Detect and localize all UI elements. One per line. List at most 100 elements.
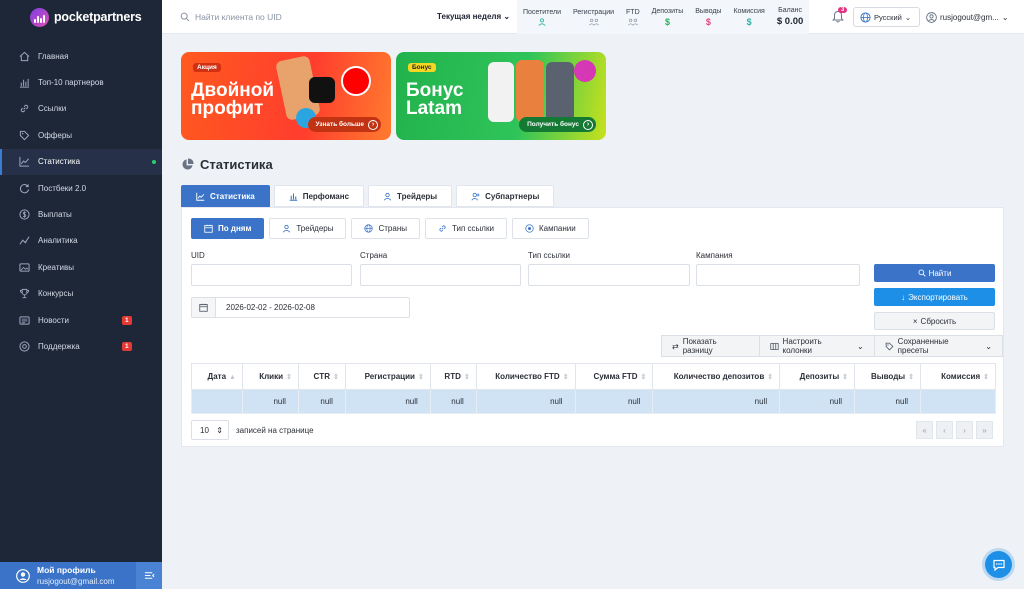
saved-presets-button[interactable]: Сохраненные пресеты ⌄ <box>873 335 1003 357</box>
promo-banner-latam-bonus[interactable]: Бонус Бонус Latam Получить бонус › <box>396 52 606 140</box>
sidebar-item-home[interactable]: Главная <box>0 43 162 69</box>
collapse-sidebar-button[interactable] <box>136 562 162 589</box>
stat-label: Депозиты <box>651 7 684 15</box>
column-header-ftd-count[interactable]: Количество FTD ⇕ <box>475 363 576 390</box>
page-title-text: Статистика <box>200 157 273 172</box>
table-cell: null <box>475 389 576 414</box>
column-header-withdrawals[interactable]: Выводы ⇕ <box>854 363 921 390</box>
sidebar-item-payouts[interactable]: Выплаты <box>0 201 162 227</box>
campaign-icon <box>525 224 534 233</box>
period-select[interactable]: Текущая неделя ⌄ <box>437 12 510 21</box>
page-size-control: 10 ⇕ записей на странице <box>191 420 314 440</box>
uid-search[interactable]: Найти клиента по UID <box>180 0 282 34</box>
sidebar-item-top10[interactable]: Топ-10 партнеров <box>0 69 162 95</box>
column-header-date[interactable]: Дата ▲ <box>191 363 243 390</box>
tab-traders[interactable]: Трейдеры <box>368 185 453 207</box>
sidebar-item-label: Статистика <box>38 157 81 167</box>
sidebar-item-label: Ссылки <box>38 104 67 114</box>
table-header-row: Дата ▲ Клики ⇕ CTR ⇕ Регистрации ⇕ RTD ⇕ Коли… <box>191 363 996 390</box>
sidebar-item-label: Главная <box>38 51 69 61</box>
tab-group-link-type[interactable]: Тип ссылки <box>425 218 507 239</box>
tab-performance[interactable]: Перфоманс <box>273 185 365 207</box>
first-page-button[interactable]: « <box>916 421 933 439</box>
calendar-icon <box>204 224 213 233</box>
search-input[interactable]: Найти клиента по UID <box>195 12 282 22</box>
stat-value: $ <box>746 16 752 27</box>
learn-more-button[interactable]: Узнать больше › <box>307 117 381 132</box>
stat-commission: Комиссия $ <box>727 0 771 34</box>
tab-group-campaigns[interactable]: Кампании <box>511 218 589 239</box>
user-menu[interactable]: rusjogout@gm... ⌄ <box>926 0 1009 34</box>
chat-button[interactable] <box>985 551 1012 578</box>
sidebar-item-offers[interactable]: Офферы <box>0 122 162 148</box>
prev-page-button[interactable]: ‹ <box>936 421 953 439</box>
export-button[interactable]: ↓ Экспортировать <box>874 288 995 306</box>
logo-icon <box>30 7 49 27</box>
stat-label: Посетители <box>523 8 561 16</box>
table-cell: null <box>429 389 477 414</box>
stat-ftd: FTD <box>620 0 646 34</box>
link-type-select[interactable] <box>528 264 690 286</box>
table-row[interactable]: null null null null null null null null … <box>191 389 996 414</box>
sidebar-item-postbacks[interactable]: Постбеки 2.0 <box>0 175 162 201</box>
uid-input[interactable] <box>191 264 352 286</box>
search-icon <box>180 12 190 22</box>
sidebar-item-contests[interactable]: Конкурсы <box>0 281 162 307</box>
profile-text: Мой профиль rusjogout@gmail.com <box>37 565 114 587</box>
tab-subpartners[interactable]: Субпартнеры <box>456 185 555 207</box>
sidebar-item-analytics[interactable]: Аналитика <box>0 228 162 254</box>
language-select[interactable]: Русский ⌄ <box>853 7 920 27</box>
table-cell: null <box>241 389 299 414</box>
campaign-select[interactable] <box>696 264 860 286</box>
visitors-icon <box>538 17 546 26</box>
column-header-rtd[interactable]: RTD ⇕ <box>429 363 477 390</box>
globe-icon <box>364 224 374 233</box>
profile-panel[interactable]: Мой профиль rusjogout@gmail.com <box>0 562 162 589</box>
column-header-commission[interactable]: Комиссия ⇕ <box>920 363 996 390</box>
column-header-deposits-count[interactable]: Количество депозитов ⇕ <box>652 363 781 390</box>
stat-deposits: Депозиты $ <box>645 0 690 34</box>
tab-group-countries[interactable]: Страны <box>351 218 420 239</box>
country-select[interactable] <box>360 264 521 286</box>
tab-group-traders[interactable]: Трейдеры <box>269 218 347 239</box>
chevron-updown-icon: ⇕ <box>216 425 223 435</box>
banner-tag: Бонус <box>408 63 436 72</box>
stat-value: $ <box>705 16 711 27</box>
sidebar-item-links[interactable]: Ссылки <box>0 96 162 122</box>
user-icon <box>926 11 937 23</box>
reset-button[interactable]: × Сбросить <box>874 312 995 330</box>
last-page-button[interactable]: » <box>976 421 993 439</box>
tab-label: По дням <box>218 224 252 233</box>
button-label: Экспортировать <box>908 292 968 302</box>
brand-logo[interactable]: pocketpartners <box>0 0 162 34</box>
grouping-tabs: По дням Трейдеры Страны Тип ссылки Кампа… <box>191 218 589 239</box>
sidebar-item-label: Конкурсы <box>38 289 74 299</box>
promo-banner-double-profit[interactable]: Акция Двойной профит Узнать больше › <box>181 52 391 140</box>
column-header-ctr[interactable]: CTR ⇕ <box>297 363 346 390</box>
sidebar-item-support[interactable]: Поддержка 1 <box>0 333 162 359</box>
statistics-card: По дням Трейдеры Страны Тип ссылки Кампа… <box>181 207 1004 447</box>
next-page-button[interactable]: › <box>956 421 973 439</box>
date-range-picker[interactable]: 2026-02-02 - 2026-02-08 <box>191 297 410 318</box>
column-header-clicks[interactable]: Клики ⇕ <box>241 363 299 390</box>
column-header-ftd-sum[interactable]: Сумма FTD ⇕ <box>574 363 654 390</box>
stats-strip: Посетители Регистрации FTD Депозиты $ Вы… <box>517 0 810 34</box>
country-label: Страна <box>360 251 388 260</box>
sidebar-item-news[interactable]: Новости 1 <box>0 307 162 333</box>
table-cell: null <box>854 389 921 414</box>
show-diff-button[interactable]: ⇄ Показать разницу <box>661 335 760 357</box>
tab-by-days[interactable]: По дням <box>191 218 265 239</box>
column-header-deposits[interactable]: Депозиты ⇕ <box>779 363 856 390</box>
link-icon <box>19 103 30 114</box>
sort-icon: ⇕ <box>463 374 470 381</box>
sidebar-item-creatives[interactable]: Креативы <box>0 254 162 280</box>
get-bonus-button[interactable]: Получить бонус › <box>519 117 596 132</box>
configure-columns-button[interactable]: Настроить колонки ⌄ <box>758 335 875 357</box>
tab-statistics[interactable]: Статистика <box>181 185 270 207</box>
page-size-select[interactable]: 10 ⇕ <box>191 420 229 440</box>
banner-tag: Акция <box>193 63 221 72</box>
sidebar-item-statistics[interactable]: Статистика <box>0 148 162 175</box>
language-label: Русский <box>874 12 902 22</box>
find-button[interactable]: Найти <box>874 264 995 282</box>
column-header-registrations[interactable]: Регистрации ⇕ <box>344 363 431 390</box>
